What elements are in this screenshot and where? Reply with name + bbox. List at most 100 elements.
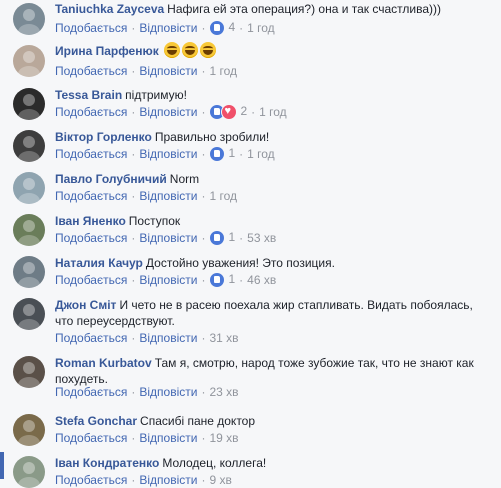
like-link[interactable]: Подобається — [55, 21, 127, 35]
like-link[interactable]: Подобається — [55, 431, 127, 445]
reactions-summary[interactable]: 1 — [209, 145, 236, 163]
avatar[interactable] — [13, 3, 45, 35]
reply-link[interactable]: Відповісти — [139, 21, 197, 35]
reply-link[interactable]: Відповісти — [139, 64, 197, 78]
comment-body: Ирина Парфенюк — [55, 41, 493, 60]
comment-actions: Подобається · Відповісти · 1 · 46 хв — [55, 271, 276, 289]
avatar[interactable] — [13, 130, 45, 162]
separator-dot: · — [131, 273, 136, 287]
comment-author[interactable]: Tessa Brain — [55, 88, 122, 102]
like-link[interactable]: Подобається — [55, 105, 127, 119]
comment-body: Джон Сміт И чето не в расею поехала жир с… — [55, 297, 493, 329]
like-reaction-icon — [209, 272, 226, 289]
separator-dot: · — [131, 21, 136, 35]
reactions-summary[interactable]: 4 — [209, 19, 235, 37]
comment-author[interactable]: Іван Яненко — [55, 214, 126, 228]
comment-author[interactable]: Джон Сміт — [55, 298, 116, 312]
avatar[interactable] — [13, 414, 45, 446]
reply-link[interactable]: Відповісти — [139, 231, 197, 245]
separator-dot: · — [131, 64, 136, 78]
separator-dot: · — [131, 189, 136, 203]
comment-text: Спасибі пане доктор — [140, 414, 256, 428]
comment-author[interactable]: Іван Кондратенко — [55, 456, 159, 470]
separator-dot: · — [201, 105, 206, 119]
reaction-count: 2 — [240, 104, 248, 119]
comment-timestamp[interactable]: 1 год — [259, 105, 287, 119]
avatar[interactable] — [13, 172, 45, 204]
avatar[interactable] — [13, 88, 45, 120]
comment-body: Taniuchka Zayceva Нафига ей эта операция?… — [55, 1, 493, 17]
separator-dot: · — [201, 385, 206, 399]
comment-timestamp[interactable]: 9 хв — [209, 473, 231, 487]
avatar[interactable] — [13, 298, 45, 330]
separator-dot: · — [239, 231, 244, 245]
comment-timestamp[interactable]: 53 хв — [247, 231, 276, 245]
reactions-summary[interactable]: 1 — [209, 229, 235, 247]
comment-actions: Подобається · Відповісти · 23 хв — [55, 384, 239, 400]
comment-author[interactable]: Павло Голубничий — [55, 172, 167, 186]
separator-dot: · — [239, 21, 244, 35]
comment-timestamp[interactable]: 46 хв — [247, 273, 276, 287]
like-link[interactable]: Подобається — [55, 147, 127, 161]
comment-body: Віктор Горленко Правильно зробили! — [55, 129, 493, 145]
avatar[interactable] — [13, 214, 45, 246]
comment-author[interactable]: Ирина Парфенюк — [55, 44, 159, 58]
avatar[interactable] — [13, 45, 45, 77]
comment-text: Молодец, коллега! — [162, 456, 267, 470]
like-link[interactable]: Подобається — [55, 331, 127, 345]
avatar[interactable] — [13, 456, 45, 488]
comment-author[interactable]: Віктор Горленко — [55, 130, 152, 144]
reactions-summary[interactable]: 1 — [209, 271, 236, 289]
comment-timestamp[interactable]: 31 хв — [209, 331, 238, 345]
like-reaction-icon — [209, 230, 226, 247]
separator-dot: · — [131, 331, 136, 345]
like-link[interactable]: Подобається — [55, 231, 127, 245]
like-link[interactable]: Подобається — [55, 385, 127, 399]
reply-link[interactable]: Відповісти — [139, 431, 197, 445]
reply-link[interactable]: Відповісти — [139, 147, 197, 161]
comment-author[interactable]: Stefa Gonchar — [55, 414, 137, 428]
comment-timestamp[interactable]: 19 хв — [209, 431, 238, 445]
laughing-emoji-icon — [181, 41, 198, 58]
reactions-summary[interactable]: 2 — [209, 103, 248, 121]
reply-link[interactable]: Відповісти — [139, 385, 197, 399]
like-link[interactable]: Подобається — [55, 273, 127, 287]
comment-author[interactable]: Taniuchka Zayceva — [55, 2, 164, 16]
like-link[interactable]: Подобається — [55, 189, 127, 203]
reaction-count: 1 — [228, 272, 236, 287]
avatar[interactable] — [13, 256, 45, 288]
comment-list: Taniuchka Zayceva Нафига ей эта операция?… — [0, 0, 501, 488]
like-link[interactable]: Подобається — [55, 473, 127, 487]
separator-dot: · — [239, 147, 244, 161]
comment-author[interactable]: Наталия Качур — [55, 256, 143, 270]
separator-dot: · — [201, 473, 206, 487]
reply-link[interactable]: Відповісти — [139, 105, 197, 119]
reply-link[interactable]: Відповісти — [139, 273, 197, 287]
comment-actions: Подобається · Відповісти · 19 хв — [55, 430, 239, 446]
comment-actions: Подобається·Відповісти·2·1 год — [55, 103, 287, 121]
comment-timestamp[interactable]: 1 год — [209, 189, 237, 203]
comment-actions: Подобається · Відповісти · 4 · 1 год — [55, 19, 275, 37]
comment-timestamp[interactable]: 1 год — [247, 21, 275, 35]
comment-body: Наталия Качур Достойно уважения! Это пози… — [55, 255, 493, 271]
comment-timestamp[interactable]: 23 хв — [209, 385, 238, 399]
comment-timestamp[interactable]: 1 год — [247, 147, 275, 161]
comment-actions: Подобається · Відповісти · 1 год — [55, 188, 237, 204]
reply-link[interactable]: Відповісти — [139, 473, 197, 487]
like-reaction-icon — [209, 20, 226, 37]
comment-body: Павло Голубничий Norm — [55, 171, 493, 187]
comment-timestamp[interactable]: 1 год — [209, 64, 237, 78]
separator-dot: · — [201, 189, 206, 203]
comment-text: И чето не в расею поехала жир стапливать… — [55, 298, 473, 328]
comment-author[interactable]: Roman Kurbatov — [55, 356, 152, 370]
separator-dot: · — [131, 105, 136, 119]
like-link[interactable]: Подобається — [55, 64, 127, 78]
avatar[interactable] — [13, 356, 45, 388]
separator-dot: · — [201, 231, 206, 245]
reply-link[interactable]: Відповісти — [139, 189, 197, 203]
reply-link[interactable]: Відповісти — [139, 331, 197, 345]
reaction-count: 1 — [228, 146, 236, 161]
comment-actions: Подобається · Відповісти · 1 · 1 год — [55, 145, 275, 163]
separator-dot: · — [201, 273, 206, 287]
separator-dot: · — [201, 64, 206, 78]
